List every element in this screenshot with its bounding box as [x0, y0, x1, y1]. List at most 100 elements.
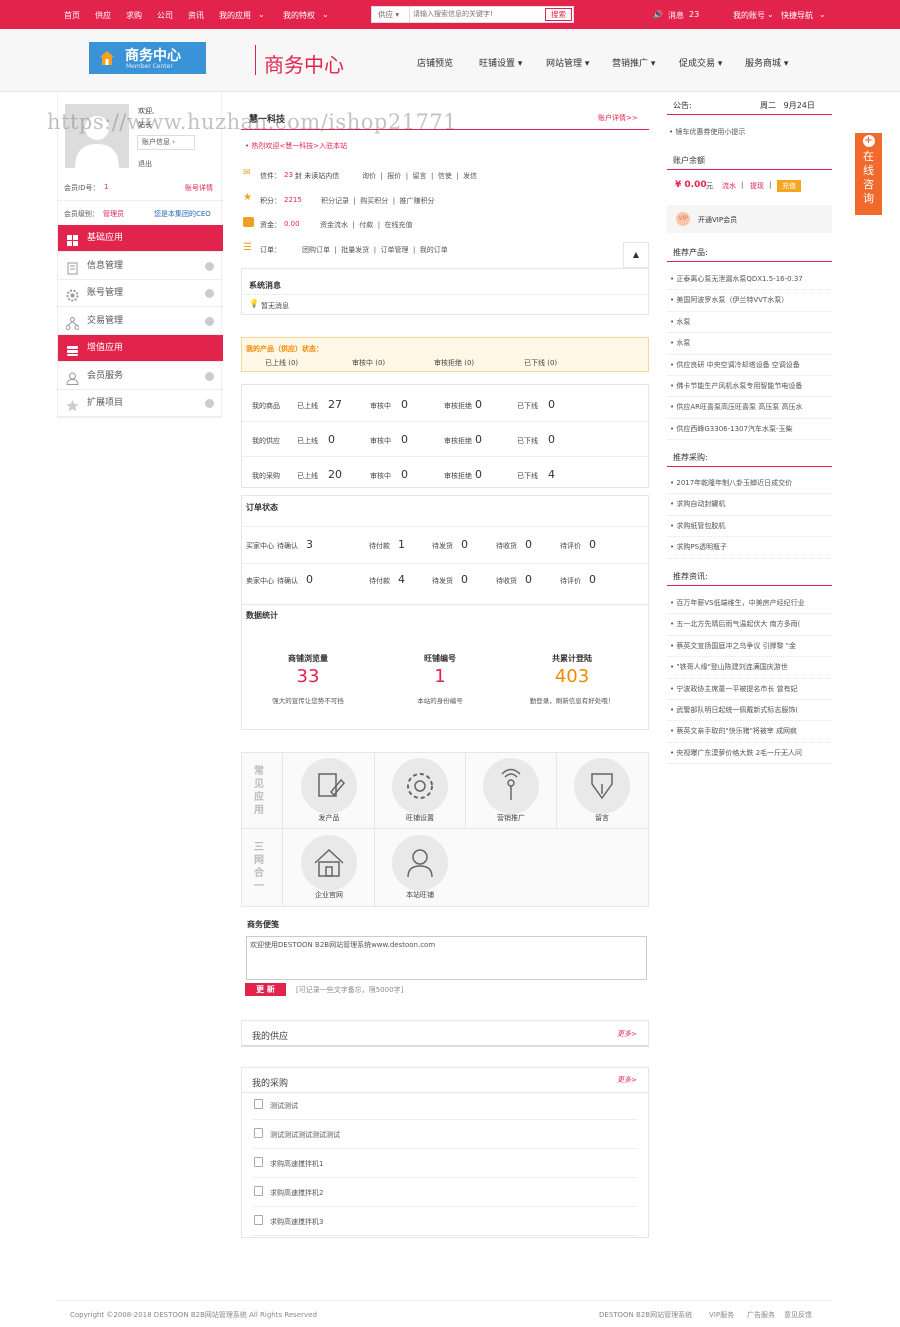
list-item[interactable]: 求购高速搅拌机2 [252, 1185, 638, 1207]
my-supply-more-link[interactable]: 更多> [617, 1029, 637, 1039]
order-status-count[interactable]: 0 [306, 573, 313, 586]
rec-product-item[interactable]: • 供应AR旺喜泵高压旺喜泵 高压泵 高压水 [667, 397, 832, 419]
memo-textarea[interactable]: 欢迎使用DESTOON B2B网站管理系统www.destoon.com [246, 936, 647, 980]
topnav-supply[interactable]: 供应 [95, 10, 111, 21]
supply-status-rejected[interactable]: 审核拒绝 (0) [434, 358, 474, 368]
order-status-count[interactable]: 1 [398, 538, 405, 551]
nav-service-mall[interactable]: 服务商城 ▾ [745, 56, 788, 69]
collapse-button[interactable]: ▲ [623, 242, 649, 268]
withdraw-link[interactable]: 提现 [750, 181, 764, 191]
status-count[interactable]: 0 [328, 433, 335, 446]
my-orders-link[interactable]: 我的订单 [420, 246, 448, 254]
status-count[interactable]: 0 [475, 433, 482, 446]
order-status-count[interactable]: 0 [461, 573, 468, 586]
topnav-news[interactable]: 资讯 [188, 10, 204, 21]
app-tile[interactable]: 旺铺设置 [375, 753, 465, 828]
list-item[interactable]: 测试测试测试测试测试 [252, 1127, 638, 1149]
topnav-privileges[interactable]: 我的特权 [283, 10, 315, 21]
footer-link-feedback[interactable]: 意见反馈 [784, 1310, 812, 1320]
recharge-link[interactable]: 在线充值 [385, 221, 413, 229]
rec-product-item[interactable]: • 佛卡节能生产风机水泵专用智能节电设备 [667, 376, 832, 398]
app-tile[interactable]: 留言 [557, 753, 647, 828]
order-status-count[interactable]: 4 [398, 573, 405, 586]
status-count[interactable]: 27 [328, 398, 342, 411]
rec-product-item[interactable]: • 水泵 [667, 333, 832, 355]
list-item[interactable]: 测试测试 [252, 1098, 638, 1120]
nav-marketing[interactable]: 营销推广 ▾ [612, 56, 655, 69]
left-menu-item[interactable]: 扩展项目 [58, 390, 223, 417]
rec-product-item[interactable]: • 正泰离心泵无泄漏水泵QDX1.5-16-0.37 [667, 269, 832, 291]
rec-news-item[interactable]: • 武警部队明日起统一佩戴新式标志服饰( [667, 700, 832, 722]
search-input[interactable] [413, 7, 543, 22]
rec-news-item[interactable]: • 蔡英文亲手取的"快乐猪"将被宰 成网疯 [667, 721, 832, 743]
app-tile[interactable]: 企业官网 [284, 830, 374, 905]
messages-link[interactable]: 消息 [668, 10, 684, 21]
rec-buy-item[interactable]: • 求购自动封罐机 [667, 494, 832, 516]
status-count[interactable]: 0 [401, 433, 408, 446]
logout-link[interactable]: 退出 [138, 159, 152, 169]
status-count[interactable]: 0 [401, 468, 408, 481]
group-orders-link[interactable]: 团购订单 [302, 246, 330, 254]
points-record-link[interactable]: 积分记录 [321, 197, 349, 205]
status-count[interactable]: 0 [475, 398, 482, 411]
left-menu-item[interactable]: 会员服务 [58, 363, 223, 390]
batch-ship-link[interactable]: 批量发货 [341, 246, 369, 254]
topnav-buy[interactable]: 求购 [126, 10, 142, 21]
left-menu-item[interactable]: 增值应用 [58, 335, 223, 362]
status-count[interactable]: 0 [401, 398, 408, 411]
left-menu-item[interactable]: 账号管理 [58, 280, 223, 307]
account-detail-link[interactable]: 账号详情 [185, 183, 213, 193]
nav-site-manage[interactable]: 网站管理 ▾ [546, 56, 589, 69]
rec-news-item[interactable]: • 央视曝广东漠萝价格大跌 2毛一斤无人问 [667, 743, 832, 765]
order-status-count[interactable]: 0 [525, 538, 532, 551]
balance-flow-link[interactable]: 流水 [722, 181, 736, 191]
my-buy-more-link[interactable]: 更多> [617, 1075, 637, 1085]
account-detail-link-2[interactable]: 账户详情>> [598, 113, 638, 123]
messenger-link[interactable]: 信使 [438, 172, 452, 180]
rec-product-item[interactable]: • 供应西峰G3306-1307汽车水泵-玉柴 [667, 419, 832, 441]
topnav-my-apps[interactable]: 我的应用 [219, 10, 251, 21]
topnav-home[interactable]: 首页 [64, 10, 80, 21]
order-manage-link[interactable]: 订单管理 [381, 246, 409, 254]
search-button[interactable]: 搜索 [545, 8, 572, 21]
status-count[interactable]: 4 [548, 468, 555, 481]
account-info-button[interactable]: 账户信息 › [137, 135, 195, 150]
nav-shop-settings[interactable]: 旺铺设置 ▾ [479, 56, 522, 69]
vip-banner[interactable]: VIP 开通VIP会员 [667, 205, 832, 233]
order-status-count[interactable]: 0 [589, 573, 596, 586]
status-count[interactable]: 0 [548, 398, 555, 411]
search-type-select[interactable]: 供应 ▾ [372, 7, 410, 22]
footer-link-destoon[interactable]: DESTOON B2B网站管理系统 [599, 1310, 692, 1320]
app-tile[interactable]: 营销推广 [466, 753, 556, 828]
supply-status-review[interactable]: 审核中 (0) [352, 358, 385, 368]
rec-buy-item[interactable]: • 求购纸管包胶机 [667, 516, 832, 538]
rec-news-item[interactable]: • 蔡英文宣扬国庭冲之乌争议 引撑黎 "金 [667, 636, 832, 658]
order-status-count[interactable]: 0 [461, 538, 468, 551]
buy-points-link[interactable]: 购买积分 [360, 197, 388, 205]
quick-nav-link[interactable]: 快捷导航 [781, 10, 813, 21]
recharge-button[interactable]: 充值 [777, 180, 801, 192]
logo[interactable]: 商务中心 Member Center [89, 42, 206, 74]
rec-product-item[interactable]: • 水泵 [667, 312, 832, 334]
quote-link[interactable]: 报价 [387, 172, 401, 180]
order-status-count[interactable]: 0 [589, 538, 596, 551]
list-item[interactable]: 求购高速搅拌机3 [252, 1214, 638, 1236]
app-tile[interactable]: 本站旺铺 [375, 830, 465, 905]
footer-link-vip[interactable]: VIP服务 [709, 1310, 734, 1320]
earn-points-link[interactable]: 推广赚积分 [400, 197, 435, 205]
footer-link-ads[interactable]: 广告服务 [747, 1310, 775, 1320]
memo-update-button[interactable]: 更 新 [245, 983, 286, 996]
supply-status-online[interactable]: 已上线 (0) [265, 358, 298, 368]
rec-news-item[interactable]: • "铁哥人缘"登山陈建刘连满国庆游世 [667, 657, 832, 679]
status-count[interactable]: 0 [548, 433, 555, 446]
status-count[interactable]: 20 [328, 468, 342, 481]
rec-news-item[interactable]: • 百万年薪VS低端维生，中美房产经纪行业 [667, 593, 832, 615]
rec-product-item[interactable]: • 供应良研 中央空调冷却塔设备 空调设备 [667, 355, 832, 376]
list-item[interactable]: 求购高速搅拌机1 [252, 1156, 638, 1178]
inquiry-link[interactable]: 询价 [362, 172, 376, 180]
order-status-count[interactable]: 0 [525, 573, 532, 586]
left-menu-item[interactable]: 基础应用 [58, 225, 223, 252]
my-account-link[interactable]: 我的账号 [733, 10, 765, 21]
pay-link[interactable]: 付款 [359, 221, 373, 229]
rec-news-item[interactable]: • 宁波政协主席童一平被提名市长 曾有妃 [667, 679, 832, 700]
